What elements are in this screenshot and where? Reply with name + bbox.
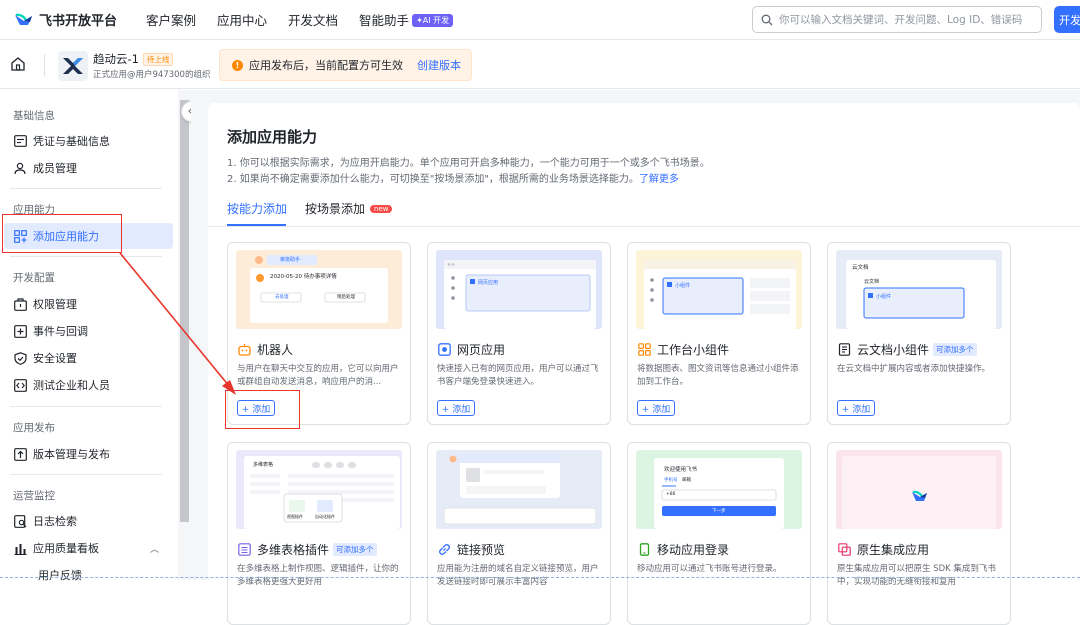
annotation-arrow [119, 252, 236, 395]
divider [0, 577, 1080, 578]
